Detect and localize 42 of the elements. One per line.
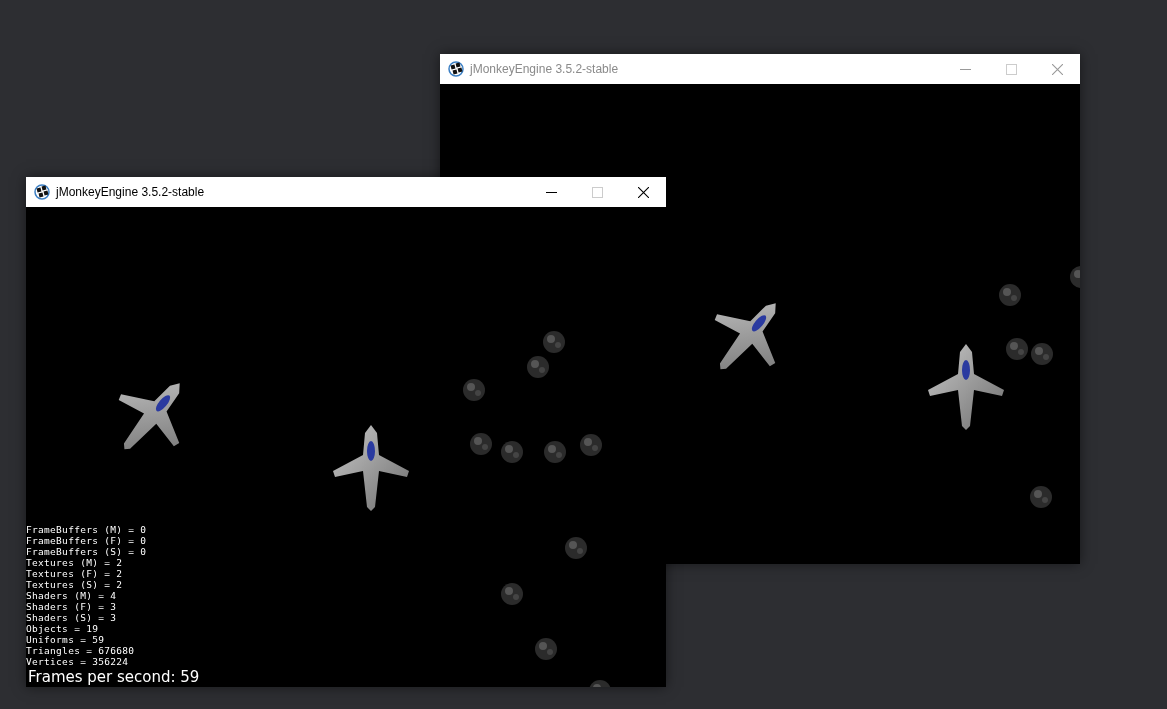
fps-text: Frames per second: 59 (28, 667, 200, 687)
asteroid (527, 356, 549, 378)
asteroid (589, 680, 611, 687)
asteroid (470, 433, 492, 455)
asteroid (999, 284, 1021, 306)
app-logo-icon (448, 61, 464, 77)
close-icon (637, 186, 649, 198)
stat-text: Shaders (F) = 3 (26, 601, 118, 612)
asteroid (501, 583, 523, 605)
asteroid (1070, 266, 1080, 288)
stat-text: Triangles = 676680 (26, 645, 136, 656)
asteroid (501, 441, 523, 463)
stat-text: Uniforms = 59 (26, 634, 106, 645)
asteroid (544, 441, 566, 463)
close-icon (1051, 63, 1063, 75)
stat-text: Textures (S) = 2 (26, 579, 124, 590)
window-title: jMonkeyEngine 3.5.2-stable (56, 185, 206, 199)
stat-text: FrameBuffers (S) = 0 (26, 546, 148, 557)
window-title: jMonkeyEngine 3.5.2-stable (470, 62, 620, 76)
stat-text: Textures (F) = 2 (26, 568, 124, 579)
asteroid (1031, 343, 1053, 365)
asteroid (535, 638, 557, 660)
asteroid (463, 379, 485, 401)
minimize-icon (959, 68, 971, 70)
asteroid (580, 434, 602, 456)
minimize-icon (545, 191, 557, 193)
maximize-icon (591, 186, 603, 198)
stat-text: FrameBuffers (F) = 0 (26, 535, 148, 546)
stat-text: Textures (M) = 2 (26, 557, 124, 568)
asteroid (565, 537, 587, 559)
stat-text: Vertices = 356224 (26, 656, 130, 667)
asteroid (543, 331, 565, 353)
spaceship (714, 303, 776, 370)
stat-text: Shaders (S) = 3 (26, 612, 118, 623)
stat-text: FrameBuffers (M) = 0 (26, 524, 148, 535)
stat-text: Objects = 19 (26, 623, 100, 634)
stat-text: Shaders (M) = 4 (26, 590, 118, 601)
app-logo-icon (34, 184, 50, 200)
asteroid (1030, 486, 1052, 508)
asteroid (1006, 338, 1028, 360)
spaceship (118, 383, 180, 450)
maximize-icon (1005, 63, 1017, 75)
